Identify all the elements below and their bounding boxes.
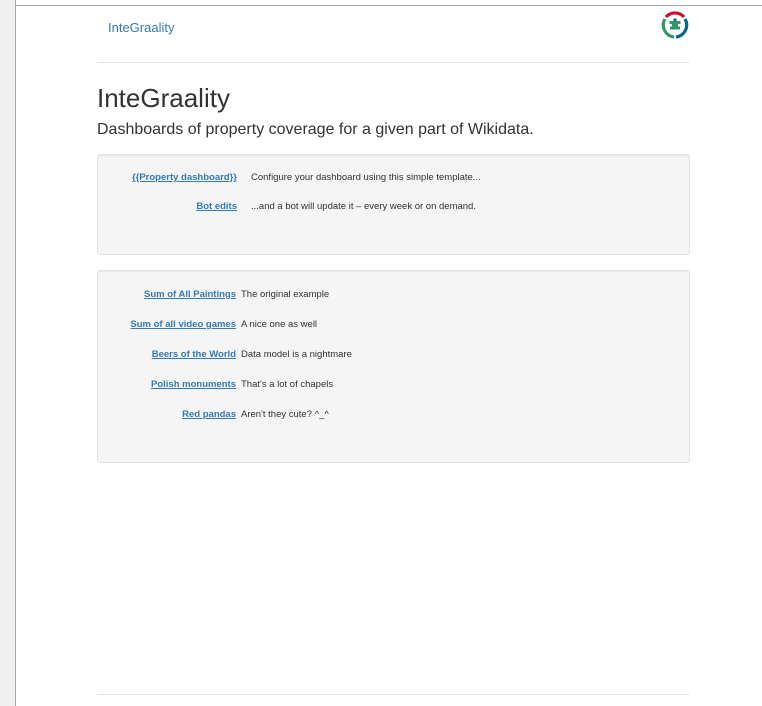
intro-desc: ...and a bot will update it – every week… [251, 201, 476, 212]
example-desc: The original example [241, 289, 330, 300]
window-left-margin [0, 0, 15, 706]
brand-link[interactable]: InteGraality [108, 20, 174, 35]
footer-divider [97, 694, 690, 695]
example-row: Polish monuments That's a lot of chapels [98, 377, 689, 393]
property-dashboard-link[interactable]: {{Property dashboard}} [98, 170, 237, 186]
page-container: InteGraality InteGraality Dashboards of … [97, 6, 690, 695]
examples-well: Sum of All Paintings The original exampl… [97, 270, 690, 463]
example-link[interactable]: Sum of all video games [98, 317, 236, 333]
wikimedia-toolforge-logo-icon[interactable] [660, 9, 690, 41]
example-row: Beers of the World Data model is a night… [98, 347, 689, 363]
example-desc: Data model is a nightmare [241, 349, 352, 360]
page-lead: Dashboards of property coverage for a gi… [97, 121, 534, 138]
intro-well: {{Property dashboard}} Configure your da… [97, 154, 690, 255]
navbar: InteGraality [97, 6, 690, 63]
example-desc: That's a lot of chapels [241, 379, 334, 390]
example-link[interactable]: Beers of the World [98, 347, 236, 363]
page-title: InteGraality [97, 83, 230, 113]
example-desc: A nice one as well [241, 319, 318, 330]
window-frame-left [15, 0, 16, 706]
intro-row: {{Property dashboard}} Configure your da… [98, 170, 689, 186]
bot-edits-link[interactable]: Bot edits [98, 199, 237, 215]
example-row: Red pandas Aren't they cute? ^_^ [98, 407, 689, 423]
intro-desc: Configure your dashboard using this simp… [251, 172, 481, 183]
example-link[interactable]: Sum of All Paintings [98, 287, 236, 303]
example-link[interactable]: Polish monuments [98, 377, 236, 393]
example-link[interactable]: Red pandas [98, 407, 236, 423]
intro-row: Bot edits ...and a bot will update it – … [98, 199, 689, 215]
example-row: Sum of all video games A nice one as wel… [98, 317, 689, 333]
example-row: Sum of All Paintings The original exampl… [98, 287, 689, 303]
example-desc: Aren't they cute? ^_^ [241, 409, 329, 420]
